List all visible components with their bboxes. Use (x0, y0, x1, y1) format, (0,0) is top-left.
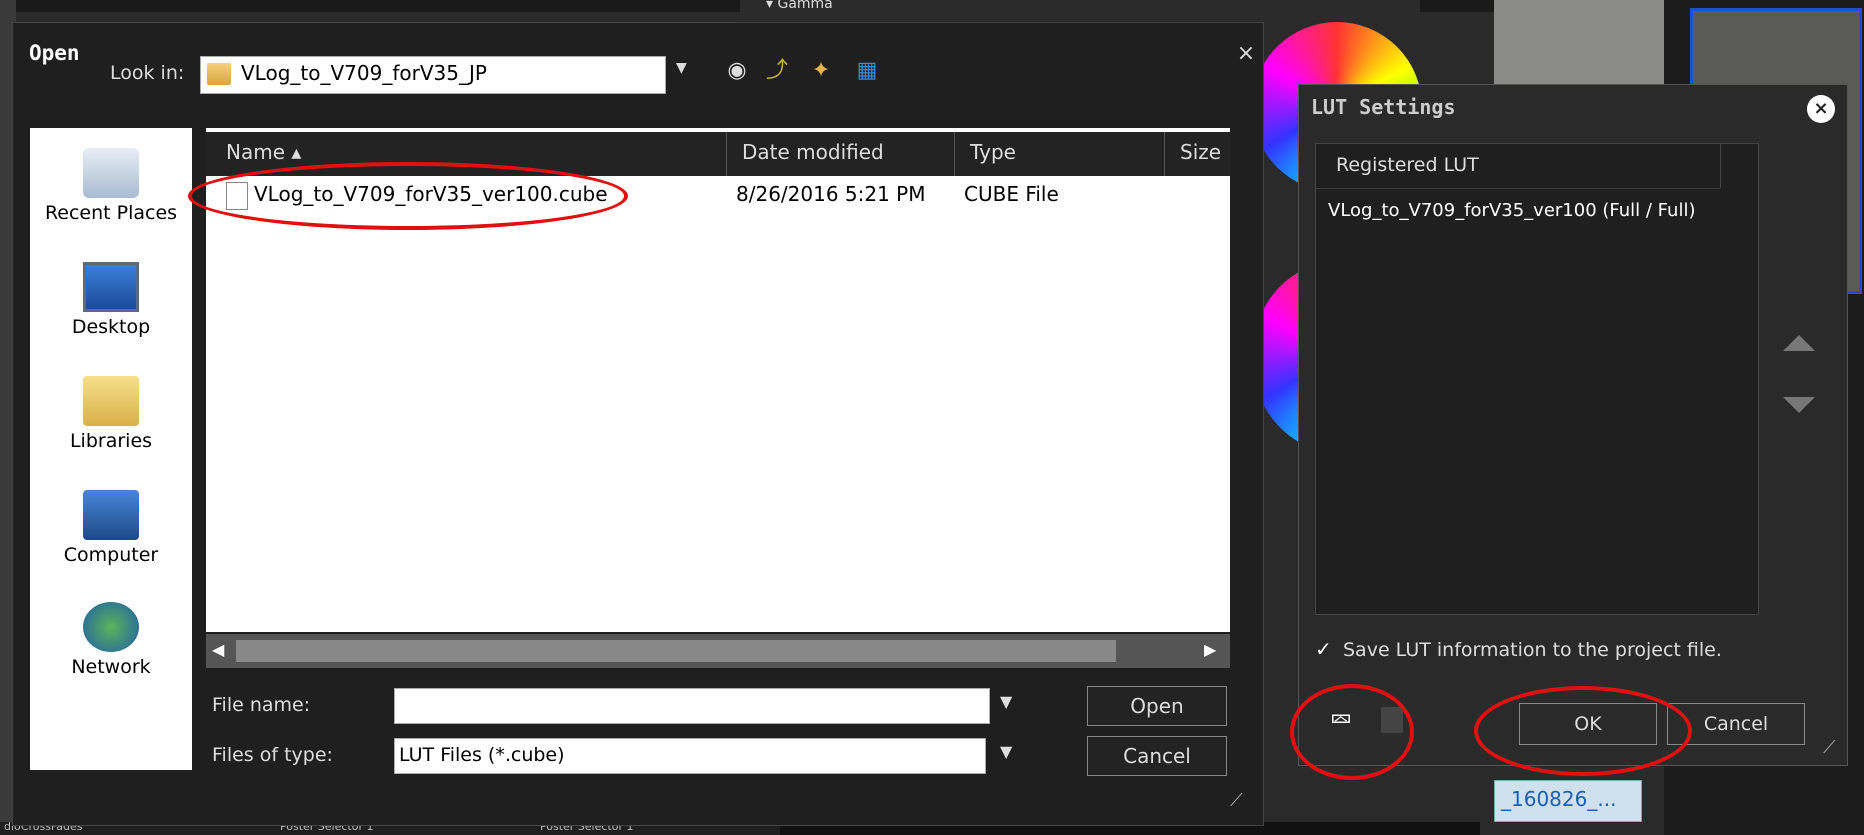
checkmark-icon[interactable]: ✓ (1315, 637, 1332, 661)
highlight-annotation (1290, 684, 1414, 780)
up-folder-icon[interactable]: ⤴ (762, 56, 792, 86)
file-date: 8/26/2016 5:21 PM (736, 182, 926, 206)
column-divider[interactable] (1164, 132, 1165, 176)
clip-thumbnail-label[interactable]: _160826_... (1494, 780, 1642, 822)
gamma-panel-header: ▾ Gamma (740, 0, 1420, 20)
place-label: Recent Places (44, 202, 178, 224)
place-libraries[interactable]: Libraries (30, 372, 192, 472)
scrollbar-thumb[interactable] (236, 640, 1116, 662)
place-desktop[interactable]: Desktop (30, 258, 192, 358)
new-folder-icon[interactable]: ✦ (806, 56, 836, 86)
look-in-value: VLog_to_V709_forV35_JP (241, 61, 487, 85)
column-divider[interactable] (726, 132, 727, 176)
horizontal-scrollbar[interactable]: ◀ ▶ (206, 634, 1230, 668)
open-button[interactable]: Open (1087, 686, 1227, 726)
files-of-type-label: Files of type: (212, 744, 333, 766)
registered-lut-list[interactable]: Registered LUT VLog_to_V709_forV35_ver10… (1315, 143, 1759, 615)
dialog-title: Open (29, 41, 80, 65)
place-label: Network (71, 656, 151, 678)
column-type[interactable]: Type (970, 140, 1016, 170)
network-icon (83, 602, 139, 652)
move-down-icon[interactable] (1783, 397, 1815, 413)
scroll-right-icon[interactable]: ▶ (1204, 640, 1216, 659)
cancel-button[interactable]: Cancel (1087, 736, 1227, 776)
highlight-annotation (188, 162, 628, 230)
close-icon[interactable]: × (1231, 39, 1261, 69)
place-recent-places[interactable]: Recent Places (30, 144, 192, 244)
column-size[interactable]: Size (1180, 140, 1228, 170)
resize-grip-icon[interactable]: ⟋ (1823, 737, 1836, 758)
libraries-icon (83, 376, 139, 426)
look-in-dropdown[interactable]: VLog_to_V709_forV35_JP (200, 56, 666, 94)
save-lut-checkbox-label[interactable]: Save LUT information to the project file… (1343, 639, 1722, 661)
column-name[interactable]: Name ▴ (226, 140, 301, 170)
clip-name: _160826_... (1501, 787, 1617, 811)
close-icon[interactable]: × (1807, 95, 1835, 123)
file-name-input[interactable] (394, 688, 990, 724)
lut-settings-dialog: LUT Settings × Registered LUT VLog_to_V7… (1298, 84, 1848, 766)
list-item[interactable]: VLog_to_V709_forV35_ver100 (Full / Full) (1328, 200, 1696, 221)
list-header-label: Registered LUT (1336, 154, 1479, 176)
list-header: Registered LUT (1316, 144, 1720, 189)
column-divider[interactable] (954, 132, 955, 176)
scroll-left-icon[interactable]: ◀ (212, 640, 224, 659)
chevron-down-icon[interactable]: ▼ (676, 60, 687, 76)
folder-icon (207, 63, 231, 85)
file-type: CUBE File (964, 182, 1059, 206)
column-divider (1720, 144, 1721, 188)
recent-places-icon (83, 148, 139, 198)
files-of-type-dropdown[interactable]: LUT Files (*.cube) (394, 738, 986, 774)
dialog-title: LUT Settings (1311, 95, 1456, 119)
gamma-label: ▾ Gamma (766, 0, 833, 12)
place-label: Computer (63, 544, 159, 566)
files-of-type-value: LUT Files (*.cube) (399, 744, 565, 766)
places-bar: Recent Places Desktop Libraries Computer… (30, 128, 192, 770)
view-menu-icon[interactable]: ▦ (852, 56, 882, 86)
resize-grip-icon[interactable]: ⟋ (1230, 790, 1252, 812)
place-network[interactable]: Network (30, 598, 192, 698)
place-label: Desktop (71, 316, 151, 338)
desktop-icon (83, 262, 139, 312)
highlight-annotation (1474, 686, 1692, 776)
place-computer[interactable]: Computer (30, 486, 192, 586)
computer-icon (83, 490, 139, 540)
chevron-down-icon[interactable]: ▼ (1000, 692, 1012, 711)
place-label: Libraries (69, 430, 153, 452)
look-in-label: Look in: (110, 62, 185, 84)
column-date-modified[interactable]: Date modified (742, 140, 884, 170)
file-name-label: File name: (212, 694, 311, 716)
back-icon[interactable]: ◉ (722, 56, 752, 86)
chevron-down-icon[interactable]: ▼ (1000, 742, 1012, 761)
background-thumbnail (1494, 0, 1664, 90)
move-up-icon[interactable] (1783, 335, 1815, 351)
